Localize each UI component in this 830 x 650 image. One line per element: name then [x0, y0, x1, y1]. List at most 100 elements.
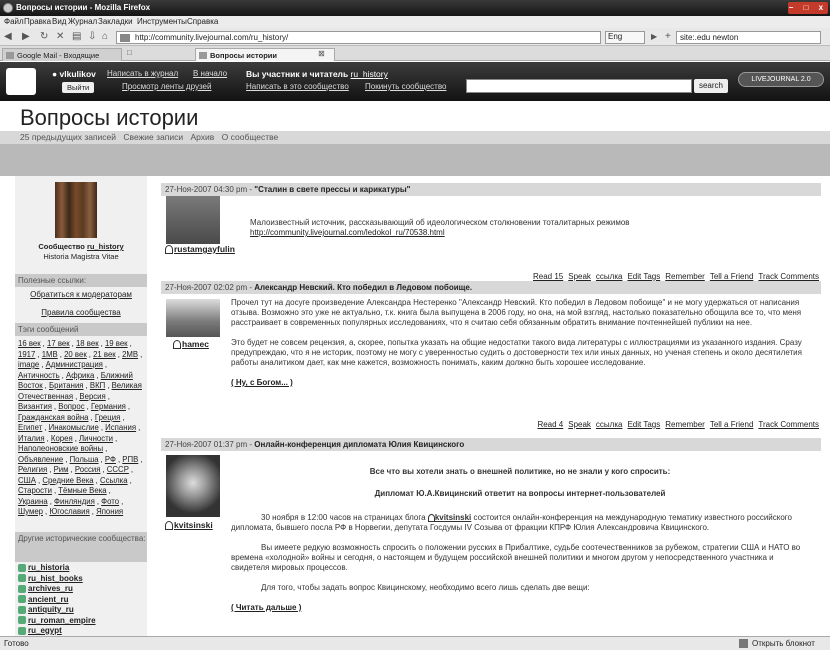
forward-icon[interactable]: ▶ — [22, 31, 30, 42]
tag-link[interactable]: Старости — [18, 486, 52, 495]
to-start-link[interactable]: В начало — [193, 69, 227, 78]
entry-author[interactable]: hamec — [173, 339, 209, 350]
tag-link[interactable]: Византия — [18, 402, 52, 411]
tag-link[interactable]: Версия — [79, 392, 105, 401]
tag-link[interactable]: Личности — [79, 434, 113, 443]
permalink-link[interactable]: ссылка — [596, 272, 623, 281]
post-to-community-link[interactable]: Написать в это сообщество — [246, 82, 349, 91]
tag-link[interactable]: Религия — [18, 465, 47, 474]
tag-link[interactable]: Финляндия — [54, 497, 95, 506]
community-item[interactable]: ancient_ru — [18, 595, 144, 606]
browser-search-input[interactable]: site:.edu newton — [676, 31, 821, 44]
tag-link[interactable]: 17 век — [47, 339, 70, 348]
tag-link[interactable]: Гражданская война — [18, 413, 88, 422]
tag-link[interactable]: РФ — [105, 455, 116, 464]
tag-link[interactable]: 1917 — [18, 350, 35, 359]
stop-icon[interactable]: ✕ — [56, 31, 64, 42]
track-comments-link[interactable]: Track Comments — [758, 420, 819, 429]
community-item[interactable]: ru_hist_books — [18, 574, 144, 585]
home-icon[interactable]: ⌂ — [102, 31, 108, 42]
community-name-link[interactable]: ru_history — [87, 242, 124, 251]
entry-date[interactable]: 27-Ноя-2007 04:30 pm — [165, 185, 247, 194]
read-comments-link[interactable]: Read 4 — [537, 420, 563, 429]
tab-gmail[interactable]: Google Mail - Входящие — [2, 48, 122, 61]
tag-link[interactable]: Вопрос — [58, 402, 84, 411]
language-selector[interactable]: Eng — [605, 31, 645, 44]
tag-link[interactable]: Польша — [70, 455, 99, 464]
menu-edit[interactable]: Правка — [24, 17, 51, 26]
tag-link[interactable]: Шумер — [18, 507, 43, 516]
tag-link[interactable]: 1МВ — [42, 350, 58, 359]
tag-link[interactable]: ВКП — [90, 381, 105, 390]
menu-file[interactable]: Файл — [4, 17, 24, 26]
tag-link[interactable]: СССР — [107, 465, 129, 474]
tag-link[interactable]: Югославия — [49, 507, 89, 516]
community-link[interactable]: ru_roman_empire — [28, 616, 96, 625]
track-comments-link[interactable]: Track Comments — [758, 272, 819, 281]
logout-button[interactable]: Выйти — [62, 82, 95, 93]
tag-link[interactable]: Рим — [54, 465, 69, 474]
tell-a-friend-link[interactable]: Tell a Friend — [710, 420, 754, 429]
entry-date[interactable]: 27-Ноя-2007 02:02 pm — [165, 283, 247, 292]
tag-link[interactable]: Тёмные Века — [58, 486, 106, 495]
tag-link[interactable]: Испания — [105, 423, 136, 432]
read-more-link[interactable]: ( Читать дальше ) — [231, 603, 301, 612]
tag-link[interactable]: Россия — [75, 465, 101, 474]
lj-search-button[interactable]: search — [694, 79, 728, 93]
user-mention[interactable]: kvitsinski — [427, 513, 471, 522]
tag-link[interactable]: Украина — [18, 497, 48, 506]
nav-recent-entries[interactable]: Свежие записи — [123, 132, 183, 142]
tag-link[interactable]: Фото — [101, 497, 119, 506]
tag-link[interactable]: Япония — [96, 507, 123, 516]
community-item[interactable]: ru_roman_empire — [18, 616, 144, 627]
read-more-link[interactable]: ( Ну, с Богом... ) — [231, 378, 293, 387]
close-tab-icon[interactable]: ⊠ — [318, 49, 325, 58]
community-link[interactable]: archives_ru — [28, 584, 73, 593]
tag-link[interactable]: Британия — [49, 381, 84, 390]
entry-author[interactable]: kvitsinski — [165, 520, 213, 531]
community-link[interactable]: ru_historia — [28, 563, 69, 572]
tag-link[interactable]: Египет — [18, 423, 42, 432]
tag-link[interactable]: Ссылка — [100, 476, 128, 485]
tag-link[interactable]: 16 век — [18, 339, 41, 348]
tag-link[interactable]: Наполеоновские войны — [18, 444, 103, 453]
address-bar[interactable]: http://community.livejournal.com/ru_hist… — [116, 31, 601, 44]
community-item[interactable]: ru_historia — [18, 563, 144, 574]
tag-link[interactable]: 20 век — [64, 350, 87, 359]
tag-link[interactable]: Античность — [18, 371, 60, 380]
tag-link[interactable]: Италия — [18, 434, 45, 443]
community-link[interactable]: ru_hist_books — [28, 574, 83, 583]
remember-link[interactable]: Remember — [665, 420, 705, 429]
tell-a-friend-link[interactable]: Tell a Friend — [710, 272, 754, 281]
tag-link[interactable]: 2МВ — [122, 350, 138, 359]
edit-tags-link[interactable]: Edit Tags — [627, 420, 660, 429]
tab-history[interactable]: Вопросы истории — [195, 48, 335, 61]
tag-link[interactable]: 19 век — [105, 339, 128, 348]
menu-view[interactable]: Вид — [52, 17, 66, 26]
entry-date[interactable]: 27-Ноя-2007 01:37 pm — [165, 440, 247, 449]
tag-link[interactable]: Объявление — [18, 455, 63, 464]
tag-link[interactable]: 21 век — [93, 350, 116, 359]
menu-tools[interactable]: Инструменты — [137, 17, 187, 26]
entry-link[interactable]: http://community.livejournal.com/ledokol… — [250, 228, 445, 237]
read-comments-link[interactable]: Read 15 — [533, 272, 563, 281]
community-link[interactable]: ancient_ru — [28, 595, 68, 604]
community-item[interactable]: archives_ru — [18, 584, 144, 595]
community-link[interactable]: ru_egypt — [28, 626, 62, 635]
tag-link[interactable]: 18 век — [76, 339, 99, 348]
nav-about[interactable]: О сообществе — [222, 132, 279, 142]
back-icon[interactable]: ◀ — [4, 31, 12, 42]
bookmark-icon[interactable]: ▤ — [72, 31, 81, 42]
lj-logo[interactable] — [6, 68, 36, 95]
remember-link[interactable]: Remember — [665, 272, 705, 281]
open-notepad[interactable]: Открыть блокнот — [752, 639, 815, 648]
tag-link[interactable]: Средние Века — [42, 476, 93, 485]
window-controls[interactable]: – □ x — [788, 2, 828, 14]
nav-archive[interactable]: Архив — [190, 132, 214, 142]
tab-scroll-icon[interactable]: □ — [127, 48, 132, 57]
tag-link[interactable]: image — [18, 360, 39, 369]
community-item[interactable]: antiquity_ru — [18, 605, 144, 616]
tag-link[interactable]: Администрация — [46, 360, 103, 369]
nav-previous-entries[interactable]: 25 предыдущих записей — [20, 132, 116, 142]
reload-icon[interactable]: ↻ — [40, 31, 48, 42]
